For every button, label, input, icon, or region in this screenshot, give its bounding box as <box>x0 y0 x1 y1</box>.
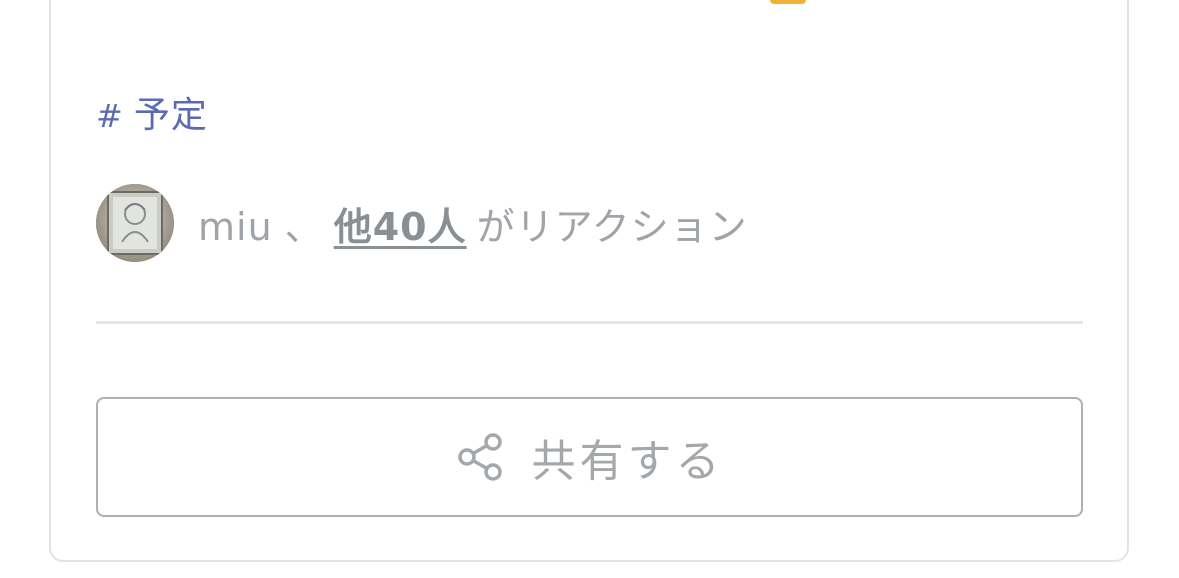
share-button-label: 共有する <box>531 436 724 487</box>
share-button[interactable]: 共有する <box>96 397 1083 517</box>
reaction-first-user[interactable]: miu <box>198 205 273 249</box>
reaction-others-link[interactable]: 他40人 <box>334 205 467 249</box>
avatar[interactable] <box>96 184 174 262</box>
reaction-summary: miu、他40人 がリアクション <box>96 183 748 263</box>
hashtag-label: 予定 <box>133 95 208 136</box>
divider <box>96 321 1083 324</box>
hashtag-symbol: # <box>96 97 124 135</box>
hashtag-link[interactable]: # 予定 <box>96 92 208 140</box>
reaction-text: miu、他40人 がリアクション <box>198 196 748 251</box>
avatar-image-icon <box>96 184 174 262</box>
emoji-fragment-icon <box>770 0 806 4</box>
reaction-suffix: がリアクション <box>476 204 748 249</box>
share-icon <box>456 432 506 482</box>
reaction-separator: 、 <box>284 204 324 249</box>
